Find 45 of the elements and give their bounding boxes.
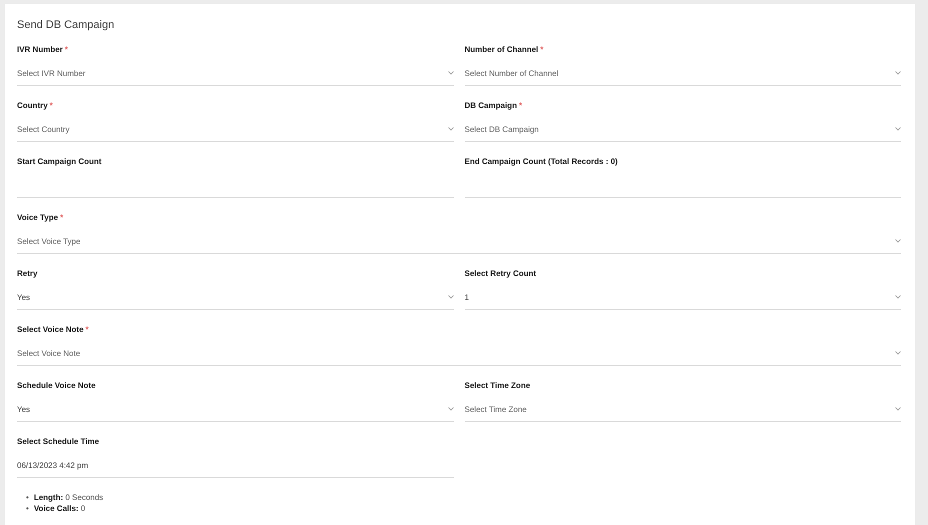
- chevron-down-icon: [895, 127, 901, 131]
- chevron-down-icon: [895, 295, 901, 299]
- chevron-down-icon: [895, 407, 901, 411]
- field-label: Retry: [17, 268, 38, 280]
- chevron-down-icon: [895, 239, 901, 243]
- select-field[interactable]: Select Voice Type: [17, 229, 901, 254]
- select-field[interactable]: Select Voice Note: [17, 341, 901, 366]
- field-label: IVR Number: [17, 44, 63, 56]
- select-field[interactable]: Yes: [17, 397, 454, 422]
- field-label: Select Voice Note: [17, 324, 84, 336]
- required-asterisk: *: [50, 100, 53, 112]
- chevron-down-icon: [448, 71, 454, 75]
- chevron-down-icon: [448, 295, 454, 299]
- chevron-down-icon: [895, 71, 901, 75]
- card-title: Send DB Campaign: [17, 18, 116, 32]
- field-label: DB Campaign: [464, 100, 517, 112]
- field-label: Select Retry Count: [464, 268, 536, 280]
- field-label: Start Campaign Count: [17, 156, 102, 168]
- select-field[interactable]: Select Time Zone: [464, 397, 901, 422]
- select-field[interactable]: Select IVR Number: [17, 61, 454, 86]
- select-field[interactable]: Select DB Campaign: [464, 117, 901, 142]
- required-asterisk: *: [64, 44, 68, 56]
- field-label: Select Time Zone: [464, 380, 530, 392]
- chevron-down-icon: [448, 127, 454, 131]
- input-field[interactable]: 06/13/2023 4:42 pm: [17, 453, 454, 478]
- required-asterisk: *: [60, 212, 64, 224]
- required-asterisk: *: [540, 44, 544, 56]
- field-label: End Campaign Count (Total Records : 0): [464, 156, 618, 168]
- field-label: Voice Type: [17, 212, 58, 224]
- info-item: Length: 0 Seconds: [34, 492, 104, 503]
- select-field[interactable]: 1: [464, 285, 901, 310]
- field-label: Schedule Voice Note: [17, 380, 96, 392]
- select-field[interactable]: Yes: [17, 285, 454, 310]
- required-asterisk: *: [518, 100, 522, 112]
- bullet: •: [26, 492, 29, 503]
- bullet: •: [26, 503, 29, 514]
- select-field[interactable]: Select Number of Channel: [464, 61, 901, 86]
- required-asterisk: *: [86, 324, 89, 336]
- select-field[interactable]: Select Country: [17, 117, 454, 142]
- info-item: Voice Calls: 0: [34, 503, 86, 514]
- chevron-down-icon: [895, 351, 901, 355]
- field-label: Select Schedule Time: [17, 436, 100, 448]
- field-label: Country: [17, 100, 48, 112]
- chevron-down-icon: [448, 407, 454, 411]
- field-label: Number of Channel: [464, 44, 538, 56]
